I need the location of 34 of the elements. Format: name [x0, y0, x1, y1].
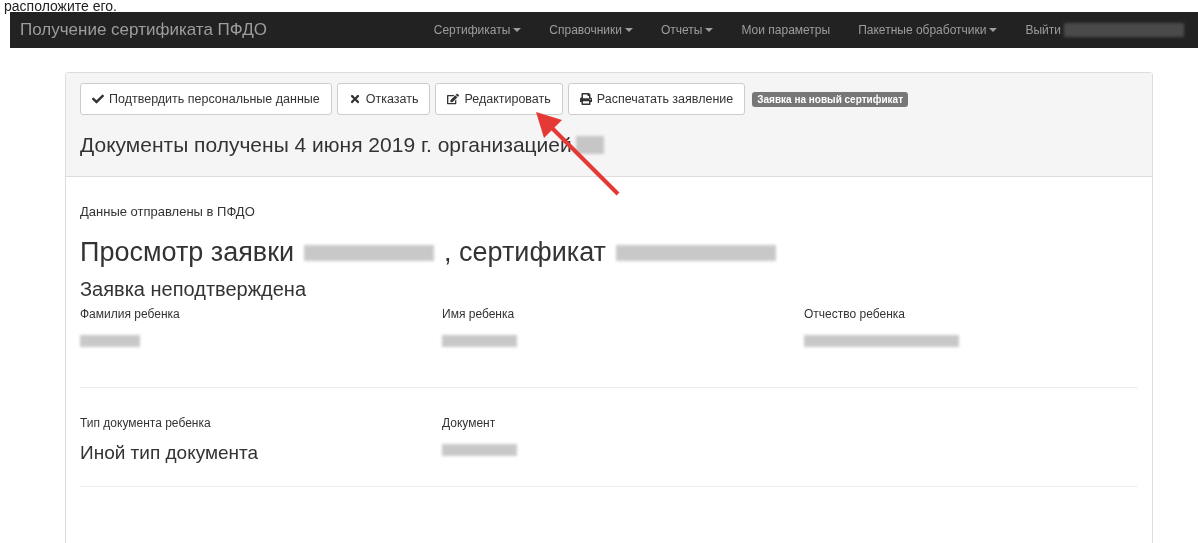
close-icon [348, 93, 361, 105]
caret-icon [989, 28, 998, 32]
edit-icon [447, 93, 460, 105]
toolbar-button[interactable]: Подтвердить персональные данные [80, 83, 332, 115]
section-heading: Заявка неподтверждена [80, 278, 308, 301]
panel-title: Документы получены 4 июня 2019 г. организацией [80, 133, 572, 157]
redacted-text [80, 335, 140, 347]
status-text: Данные отправлены в ПФДО [80, 204, 256, 219]
nav-link[interactable]: Пакетные обработчики [844, 23, 1012, 37]
brand-title[interactable]: Получение сертификата ПФДО [20, 20, 420, 40]
status-badge: Заявка на новый сертификат [752, 91, 909, 107]
toolbar-button[interactable]: Редактировать [435, 83, 563, 115]
page-heading: Просмотр заявки [80, 237, 295, 268]
article-text: расположите его. [3, 0, 118, 12]
caret-icon [513, 28, 522, 32]
page-heading: , сертификат [444, 237, 606, 268]
toolbar-button[interactable]: Распечатать заявление [567, 83, 746, 115]
field-label: Фамилия ребенка [80, 307, 181, 323]
field-label: Документ [442, 416, 497, 432]
nav-link[interactable]: Выйти [1011, 23, 1198, 37]
field-value: Иной тип документа [80, 442, 260, 464]
field-label: Имя ребенка [442, 307, 516, 323]
caret-icon [625, 28, 633, 32]
field-label: Отчество ребенка [804, 307, 906, 323]
toolbar-button[interactable]: Отказать [336, 83, 431, 115]
caret-icon [705, 28, 714, 32]
nav-link[interactable]: Справочники [535, 23, 647, 37]
field-label: Тип документа ребенка [80, 416, 212, 432]
printer-icon [579, 93, 592, 105]
nav-link[interactable]: Сертификаты [419, 23, 536, 37]
check-icon [92, 93, 104, 105]
nav-link[interactable]: Мои параметры [727, 23, 845, 37]
redacted-text [575, 136, 604, 154]
nav-link[interactable]: Отчеты [647, 23, 728, 37]
